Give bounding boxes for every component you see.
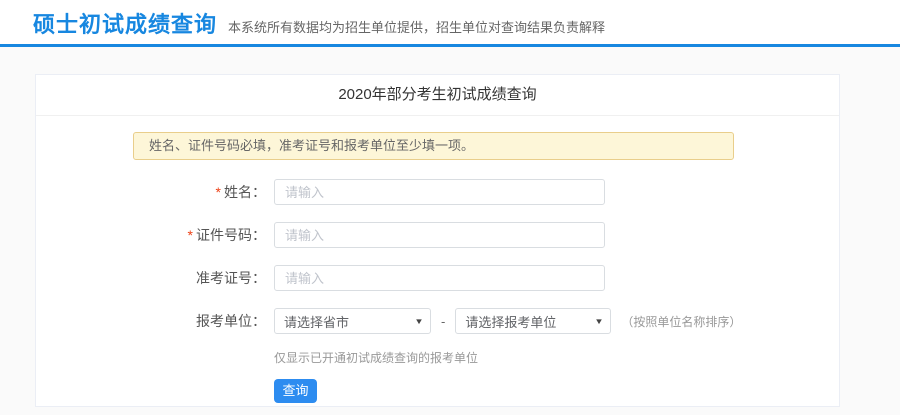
required-asterisk: * — [188, 227, 193, 243]
id-number-input[interactable] — [274, 222, 605, 248]
id-number-row: *证件号码： — [36, 222, 839, 248]
apply-unit-label: 报考单位： — [36, 311, 266, 331]
select-separator: - — [441, 314, 445, 329]
admission-ticket-row: 准考证号： — [36, 265, 839, 291]
id-number-label-text: 证件号码： — [196, 227, 266, 243]
apply-unit-row: 报考单位： 请选择省市 ▼ - 请选择报考单位 ▼ （按照单位名称排序） — [36, 308, 839, 334]
query-form: *姓名： *证件号码： 准考证号： 报考单位： — [36, 179, 839, 403]
dropdown-arrow-icon: ▼ — [414, 317, 424, 326]
admission-ticket-input[interactable] — [274, 265, 605, 291]
unit-select[interactable]: 请选择报考单位 ▼ — [455, 308, 611, 334]
admission-ticket-label: 准考证号： — [36, 268, 266, 288]
dropdown-arrow-icon: ▼ — [595, 317, 605, 326]
page-header: 硕士初试成绩查询 本系统所有数据均为招生单位提供，招生单位对查询结果负责解释 — [0, 0, 900, 47]
unit-helper-text: 仅显示已开通初试成绩查询的报考单位 — [274, 351, 839, 365]
name-row: *姓名： — [36, 179, 839, 205]
page-title: 硕士初试成绩查询 — [33, 10, 217, 40]
name-label: *姓名： — [36, 182, 266, 202]
province-select-value: 请选择省市 — [284, 312, 349, 331]
name-label-text: 姓名： — [224, 184, 266, 200]
unit-select-value: 请选择报考单位 — [465, 312, 556, 331]
query-panel: 2020年部分考生初试成绩查询 姓名、证件号码必填，准考证号和报考单位至少填一项… — [35, 74, 840, 407]
notice-banner: 姓名、证件号码必填，准考证号和报考单位至少填一项。 — [133, 132, 734, 160]
admission-ticket-label-text: 准考证号： — [196, 270, 266, 286]
panel-title: 2020年部分考生初试成绩查询 — [36, 75, 839, 116]
required-asterisk: * — [216, 184, 221, 200]
main-content: 2020年部分考生初试成绩查询 姓名、证件号码必填，准考证号和报考单位至少填一项… — [0, 47, 900, 415]
query-button[interactable]: 查询 — [274, 379, 317, 403]
sort-order-note: （按照单位名称排序） — [621, 313, 741, 330]
apply-unit-label-text: 报考单位： — [196, 313, 266, 329]
province-select[interactable]: 请选择省市 ▼ — [274, 308, 431, 334]
id-number-label: *证件号码： — [36, 225, 266, 245]
page-subtitle: 本系统所有数据均为招生单位提供，招生单位对查询结果负责解释 — [228, 17, 605, 36]
name-input[interactable] — [274, 179, 605, 205]
